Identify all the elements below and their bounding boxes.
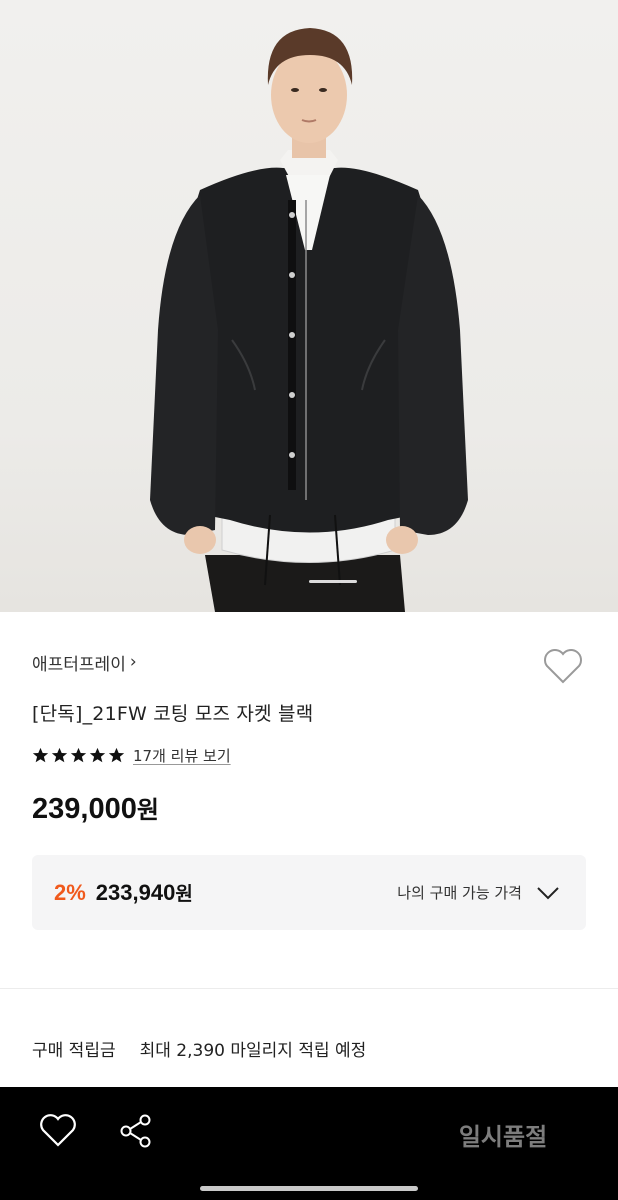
my-price-toggle[interactable]: 2% 233,940원 나의 구매 가능 가격	[32, 855, 586, 930]
star-icon	[32, 747, 49, 762]
bottom-action-bar: 일시품절	[0, 1087, 618, 1200]
rating-row: 17개 리뷰 보기	[32, 743, 231, 767]
price-unit: 원	[136, 796, 159, 824]
star-icon	[51, 747, 68, 762]
product-photo-illustration	[150, 28, 468, 612]
review-link[interactable]: 17개 리뷰 보기	[133, 745, 231, 766]
star-icon	[70, 747, 87, 762]
soldout-button[interactable]: 일시품절	[420, 1117, 586, 1152]
my-price-label: 나의 구매 가능 가격	[397, 884, 522, 902]
star-icon	[89, 747, 106, 762]
wishlist-bottom-button[interactable]	[38, 1111, 78, 1151]
brand-name: 애프터프레이	[32, 654, 126, 675]
points-label: 구매 적립금	[32, 1041, 116, 1061]
member-price: 233,940원	[96, 879, 193, 906]
price: 239,000원	[32, 790, 159, 826]
chevron-down-icon	[537, 886, 559, 899]
price-number: 239,000	[32, 793, 137, 825]
product-image[interactable]	[0, 0, 618, 612]
heart-outline-icon	[544, 649, 582, 684]
heart-outline-icon	[40, 1114, 76, 1147]
product-title: [단독]_21FW 코팅 모즈 자켓 블랙	[32, 703, 314, 725]
home-indicator	[200, 1186, 418, 1191]
section-divider	[0, 988, 618, 989]
star-rating	[32, 747, 125, 764]
discount-rate: 2%	[54, 879, 86, 905]
brand-link[interactable]: 애프터프레이 ›	[32, 650, 137, 675]
chevron-right-icon: ›	[129, 652, 137, 672]
carousel-indicator	[309, 580, 357, 583]
points-row: 구매 적립금 최대 2,390 마일리지 적립 예정	[32, 1036, 366, 1061]
points-value: 최대 2,390 마일리지 적립 예정	[139, 1041, 367, 1061]
member-price-number: 233,940	[95, 880, 176, 905]
wishlist-button[interactable]	[540, 646, 586, 686]
share-icon	[120, 1114, 151, 1148]
share-button[interactable]	[116, 1111, 156, 1151]
star-icon	[108, 747, 125, 762]
member-price-unit: 원	[175, 883, 193, 905]
